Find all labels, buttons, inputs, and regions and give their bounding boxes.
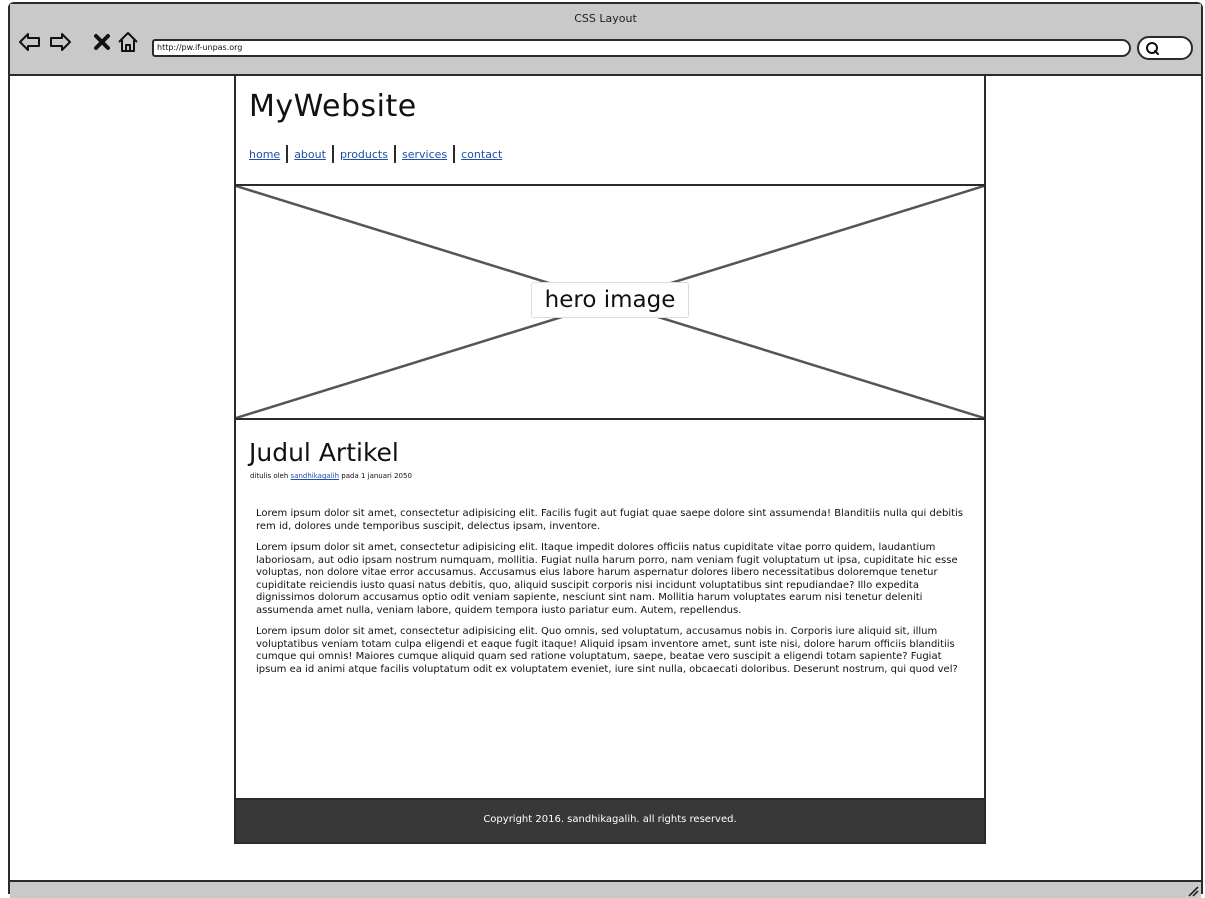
stop-icon[interactable]	[90, 30, 114, 54]
nav-divider	[331, 145, 334, 163]
window-title: CSS Layout	[574, 12, 637, 25]
page-container: MyWebsite home about products services c…	[234, 76, 986, 844]
browser-viewport: MyWebsite home about products services c…	[10, 76, 1201, 882]
nav-link-home[interactable]: home	[249, 148, 280, 161]
hero-image-placeholder: hero image	[236, 186, 984, 420]
nav-divider	[453, 145, 456, 163]
site-title: MyWebsite	[249, 89, 417, 124]
forward-icon[interactable]	[48, 30, 72, 54]
article-paragraph: Lorem ipsum dolor sit amet, consectetur …	[256, 626, 958, 675]
nav-divider	[286, 145, 289, 163]
search-icon	[1146, 42, 1159, 55]
author-link[interactable]: sandhikagalih	[291, 472, 339, 480]
browser-window: CSS Layout http://pw.if-unpas.org MyWebs…	[8, 2, 1203, 898]
back-icon[interactable]	[18, 30, 42, 54]
article-paragraph: Lorem ipsum dolor sit amet, consectetur …	[256, 508, 964, 532]
nav-link-about[interactable]: about	[294, 148, 326, 161]
browser-toolbar: CSS Layout http://pw.if-unpas.org	[10, 4, 1201, 76]
site-header: MyWebsite home about products services c…	[236, 76, 984, 186]
main-nav: home about products services contact	[249, 145, 502, 163]
site-footer: Copyright 2016. sandhikagalih. all right…	[236, 798, 984, 842]
hero-image-label: hero image	[531, 282, 689, 318]
byline-date: pada 1 januari 2050	[341, 472, 412, 480]
status-bar	[10, 882, 1201, 898]
article-title: Judul Artikel	[249, 438, 399, 467]
article-paragraph: Lorem ipsum dolor sit amet, consectetur …	[256, 542, 958, 616]
search-button[interactable]	[1137, 36, 1193, 60]
home-icon[interactable]	[116, 30, 140, 54]
resize-grip-icon[interactable]	[1185, 883, 1199, 897]
nav-divider	[393, 145, 396, 163]
nav-link-products[interactable]: products	[340, 148, 388, 161]
nav-link-contact[interactable]: contact	[461, 148, 502, 161]
article-byline: ditulis oleh sandhikagalih pada 1 januar…	[250, 472, 412, 480]
address-bar[interactable]: http://pw.if-unpas.org	[152, 39, 1131, 57]
article: Judul Artikel ditulis oleh sandhikagalih…	[236, 420, 984, 798]
article-body: Lorem ipsum dolor sit amet, consectetur …	[256, 508, 968, 685]
byline-prefix: ditulis oleh	[250, 472, 289, 480]
nav-link-services[interactable]: services	[402, 148, 447, 161]
